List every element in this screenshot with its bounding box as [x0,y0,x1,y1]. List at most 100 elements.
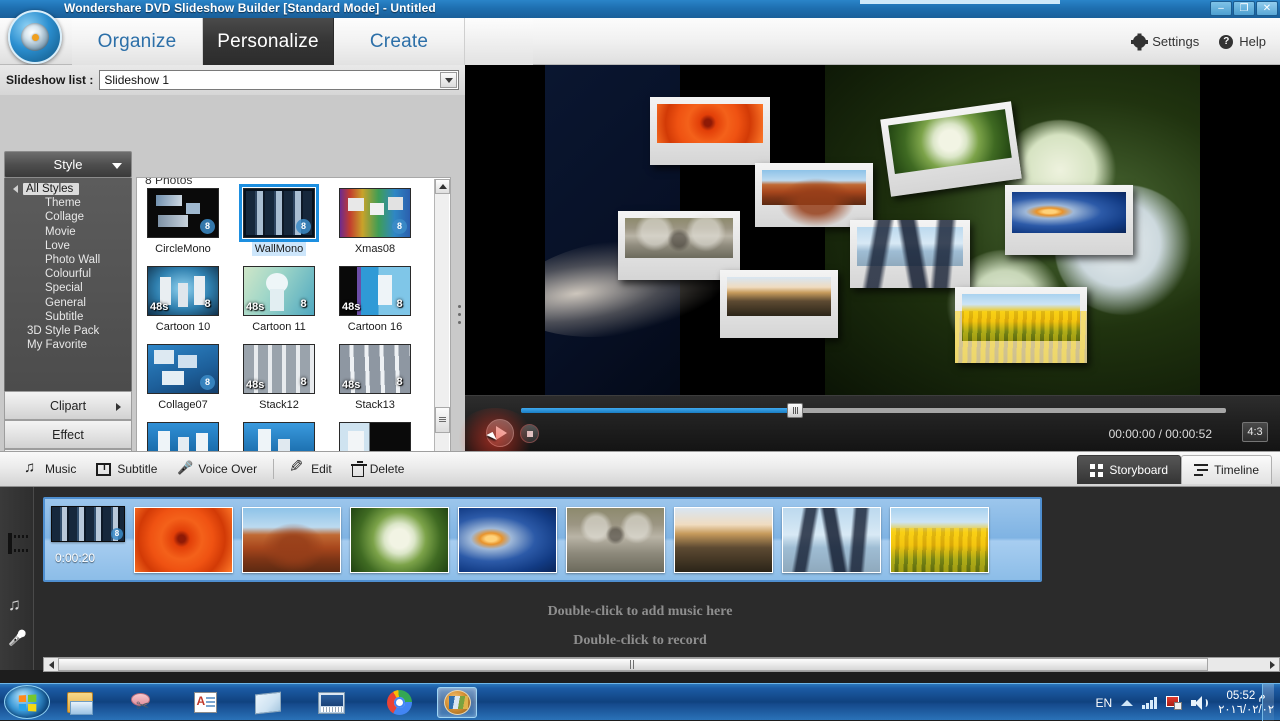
taskbar-snipping-tool[interactable] [122,687,162,718]
style-thumb-xmas08[interactable]: 8 Xmas08 [335,188,415,257]
expand-arrow-icon[interactable] [13,185,18,193]
style-thumb-stack13[interactable]: 48s 8 Stack13 [335,344,415,413]
style-thumb-cartoon11[interactable]: 48s 8 Cartoon 11 [239,266,319,335]
stop-button[interactable] [520,424,539,443]
storyboard-item[interactable] [564,504,667,575]
chrome-icon [386,690,412,715]
language-indicator[interactable]: EN [1096,696,1113,710]
effect-label: Effect [52,427,84,442]
start-button[interactable] [4,685,50,719]
storyboard-strip[interactable]: 8 0:00:20 [43,497,1042,582]
maximize-button[interactable]: ❐ [1233,1,1255,16]
style-thumb-collage07[interactable]: 8 Collage07 [143,344,223,413]
video-track-icon[interactable] [8,533,12,554]
storyboard-item[interactable] [780,504,883,575]
storyboard-item[interactable] [672,504,775,575]
style-thumb-wallmono[interactable]: 8 WallMono [239,184,319,257]
tree-item-theme[interactable]: Theme [5,196,131,210]
slideshow-select[interactable]: Slideshow 1 [99,70,459,90]
duration-badge: 48s [150,301,169,313]
music-button[interactable]: Music [14,456,86,482]
tree-item-my-favorite[interactable]: My Favorite [5,338,131,352]
storyboard-style-item[interactable]: 8 0:00:20 [49,504,127,575]
taskbar-document[interactable] [185,687,225,718]
tree-item-colourful[interactable]: Colourful [5,267,131,281]
scrollbar-thumb[interactable] [435,407,450,433]
microphone-icon [177,460,193,477]
tree-item-collage[interactable]: Collage [5,210,131,224]
subtitle-button[interactable]: Subtitle [86,456,167,482]
help-button[interactable]: ? Help [1219,34,1266,49]
minimize-button[interactable]: – [1210,1,1232,16]
chevron-down-icon[interactable] [440,72,457,88]
window-controls: – ❐ ✕ [1210,1,1278,16]
edit-button[interactable]: Edit [280,456,342,482]
storyboard-item[interactable] [888,504,991,575]
aspect-ratio-button[interactable]: 4:3 [1242,422,1268,442]
scroll-left-icon[interactable] [44,658,58,671]
storyboard-item[interactable] [348,504,451,575]
tree-item-label: General [45,296,86,309]
style-thumb-label: Stack13 [355,399,395,411]
settings-button[interactable]: Settings [1131,34,1199,49]
style-thumbnail-list[interactable]: 8 Photos 8 CircleMono 8 WallMono 8 Xmas0… [136,177,451,475]
tree-item-special[interactable]: Special [5,281,131,295]
tree-item-love[interactable]: Love [5,239,131,253]
style-thumb-image: 8 [147,188,219,238]
voice-over-button[interactable]: Voice Over [167,456,267,482]
taskbar-explorer[interactable] [60,687,100,718]
tree-item-3d-style-pack[interactable]: 3D Style Pack [5,324,131,338]
taskbar-remote-desktop[interactable] [311,687,351,718]
taskbar-chrome[interactable] [379,687,419,718]
panel-resize-handle[interactable] [458,305,463,329]
clock-time: 05:52 م [1226,689,1266,702]
taskbar-notepad[interactable] [248,687,288,718]
scroll-right-icon[interactable] [1265,658,1279,671]
seek-bar[interactable] [521,403,1226,418]
style-thumb-image: 8 [239,184,319,242]
style-thumb-stack12[interactable]: 48s 8 Stack12 [239,344,319,413]
style-thumb-cartoon10[interactable]: 48s 8 Cartoon 10 [143,266,223,335]
style-thumb-cartoon16[interactable]: 48s 8 Cartoon 16 [335,266,415,335]
preview-photo-frame [755,163,873,227]
tab-storyboard[interactable]: Storyboard [1077,455,1182,484]
scrollbar-thumb[interactable] [58,658,1208,671]
taskbar-dvd-slideshow-builder[interactable] [437,687,477,718]
storyboard-item[interactable] [132,504,235,575]
tab-create[interactable]: Create [334,18,465,65]
tree-item-photo-wall[interactable]: Photo Wall [5,253,131,267]
network-icon[interactable] [1142,696,1158,709]
record-hint[interactable]: Double-click to record [0,633,1280,649]
show-hidden-icons-icon[interactable] [1121,699,1134,706]
tab-organize[interactable]: Organize [72,18,203,65]
preview-photo-koala [625,218,733,258]
tab-personalize[interactable]: Personalize [203,18,334,65]
close-button[interactable]: ✕ [1256,1,1278,16]
style-list-scrollbar[interactable] [434,179,450,474]
scroll-up-icon[interactable] [435,179,450,194]
storyboard-scrollbar[interactable] [43,657,1280,672]
preview-photo-penguins [857,227,963,266]
tree-item-all-styles[interactable]: All Styles [5,182,131,196]
show-desktop-button[interactable] [1262,684,1274,721]
volume-icon[interactable] [1191,695,1209,710]
tab-timeline[interactable]: Timeline [1181,455,1272,484]
tree-item-general[interactable]: General [5,296,131,310]
preview-photo-frame [650,97,770,165]
style-thumb-circlemono[interactable]: 8 CircleMono [143,188,223,257]
action-center-icon[interactable] [1166,695,1183,711]
slideshow-list-label: Slideshow list : [6,73,94,87]
add-music-hint[interactable]: Double-click to add music here [0,604,1280,620]
preview-stage[interactable] [545,65,1200,395]
preview-photo-chrysanthemum [657,104,763,143]
storyboard-item[interactable] [240,504,343,575]
delete-button[interactable]: Delete [342,456,415,482]
tree-item-subtitle[interactable]: Subtitle [5,310,131,324]
tree-item-movie[interactable]: Movie [5,225,131,239]
style-menu-header[interactable]: Style [4,151,132,178]
storyboard-photo-jellyfish [458,506,557,573]
storyboard-item[interactable] [456,504,559,575]
seek-handle[interactable] [787,403,803,418]
effect-button[interactable]: Effect [4,420,132,449]
clipart-button[interactable]: Clipart [4,391,132,420]
